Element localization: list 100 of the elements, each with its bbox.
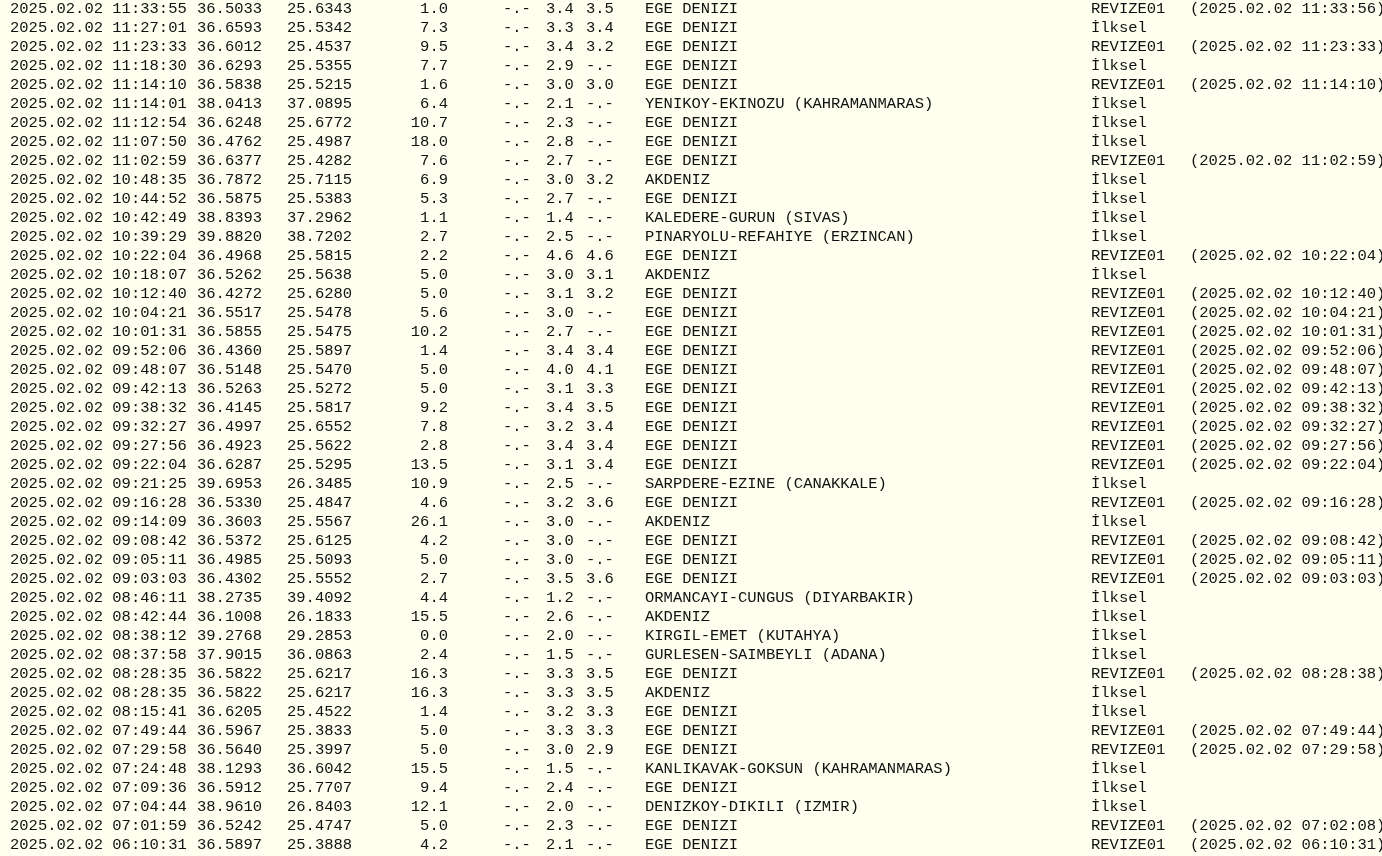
table-cell: 1.5 <box>546 646 574 664</box>
table-cell: 2025.02.02 09:08:42 <box>10 532 187 550</box>
table-cell: -.- <box>503 494 531 512</box>
table-cell: 36.5822 <box>197 665 263 683</box>
table-cell: -.- <box>503 475 531 493</box>
table-cell: 2.7 <box>546 190 574 208</box>
table-cell: İlksel <box>1091 57 1147 75</box>
table-cell: -.- <box>503 209 531 227</box>
table-cell: 2025.02.02 10:44:52 <box>10 190 187 208</box>
table-cell: -.- <box>586 551 614 569</box>
table-cell: 2025.02.02 07:04:44 <box>10 798 187 816</box>
table-cell: -.- <box>503 570 531 588</box>
table-cell: 1.1 <box>420 209 448 228</box>
table-cell: 7.3 <box>420 19 448 38</box>
table-cell: (2025.02.02 07:29:58) <box>1190 741 1382 759</box>
table-cell: 36.0863 <box>287 646 353 664</box>
table-cell: 38.9610 <box>197 798 263 816</box>
table-cell: -.- <box>503 817 531 835</box>
table-cell: 3.4 <box>586 456 614 474</box>
table-cell: İlksel <box>1091 513 1147 531</box>
table-cell: EGE DENIZI <box>645 114 738 132</box>
table-cell: REVIZE01 <box>1091 399 1166 417</box>
table-cell: 2.4 <box>420 646 448 665</box>
table-cell: 3.4 <box>586 437 614 455</box>
table-cell: -.- <box>503 0 531 18</box>
table-cell: -.- <box>503 190 531 208</box>
table-cell: 25.5638 <box>287 266 353 284</box>
table-cell: 26.8403 <box>287 798 353 816</box>
table-cell: 25.3888 <box>287 836 353 854</box>
table-cell: 2025.02.02 06:10:31 <box>10 836 187 854</box>
table-cell: 1.5 <box>546 760 574 778</box>
table-cell: (2025.02.02 09:38:32) <box>1190 399 1382 417</box>
table-cell: İlksel <box>1091 798 1147 816</box>
table-cell: 37.2962 <box>287 209 353 227</box>
table-cell: 3.3 <box>546 684 574 702</box>
table-cell: EGE DENIZI <box>645 836 738 854</box>
table-cell: REVIZE01 <box>1091 665 1166 683</box>
table-cell: -.- <box>586 532 614 550</box>
table-cell: EGE DENIZI <box>645 342 738 360</box>
table-cell: 13.5 <box>410 456 448 475</box>
table-cell: REVIZE01 <box>1091 285 1166 303</box>
table-cell: 5.0 <box>420 380 448 399</box>
table-cell: 2.2 <box>420 247 448 266</box>
table-cell: 2.8 <box>420 437 448 456</box>
table-cell: (2025.02.02 10:01:31) <box>1190 323 1382 341</box>
table-cell: 3.3 <box>546 722 574 740</box>
table-cell: 2025.02.02 11:33:55 <box>10 0 187 18</box>
table-cell: İlksel <box>1091 703 1147 721</box>
table-cell: 36.5263 <box>197 380 263 398</box>
table-cell: EGE DENIZI <box>645 817 738 835</box>
table-cell: -.- <box>503 646 531 664</box>
table-cell: -.- <box>503 779 531 797</box>
table-cell: 9.2 <box>420 399 448 418</box>
table-cell: 3.2 <box>586 285 614 303</box>
table-cell: 2025.02.02 08:37:58 <box>10 646 187 664</box>
table-cell: 36.6248 <box>197 114 263 132</box>
table-cell: -.- <box>503 171 531 189</box>
table-cell: 2025.02.02 11:14:01 <box>10 95 187 113</box>
table-cell: EGE DENIZI <box>645 703 738 721</box>
table-cell: 25.7707 <box>287 779 353 797</box>
table-cell: 2025.02.02 11:18:30 <box>10 57 187 75</box>
table-cell: 4.4 <box>420 589 448 608</box>
table-cell: İlksel <box>1091 608 1147 626</box>
table-cell: 2.7 <box>546 152 574 170</box>
table-cell: -.- <box>503 228 531 246</box>
table-cell: -.- <box>503 114 531 132</box>
table-cell: 3.6 <box>586 494 614 512</box>
table-cell: 2025.02.02 09:52:06 <box>10 342 187 360</box>
table-cell: 38.2735 <box>197 589 263 607</box>
table-cell: 3.2 <box>586 171 614 189</box>
table-cell: 15.5 <box>410 760 448 779</box>
table-cell: 2025.02.02 07:24:48 <box>10 760 187 778</box>
table-cell: 3.0 <box>546 532 574 550</box>
table-cell: -.- <box>503 703 531 721</box>
table-cell: 36.1008 <box>197 608 263 626</box>
table-cell: -.- <box>586 817 614 835</box>
table-cell: EGE DENIZI <box>645 494 738 512</box>
table-cell: 26.1 <box>410 513 448 532</box>
table-cell: REVIZE01 <box>1091 437 1166 455</box>
table-cell: (2025.02.02 10:04:21) <box>1190 304 1382 322</box>
table-cell: 0.0 <box>420 627 448 646</box>
table-cell: 36.5875 <box>197 190 263 208</box>
table-cell: -.- <box>503 513 531 531</box>
table-cell: 37.0895 <box>287 95 353 113</box>
table-cell: (2025.02.02 06:10:31) <box>1190 836 1382 854</box>
table-cell: 3.3 <box>586 722 614 740</box>
table-cell: 10.2 <box>410 323 448 342</box>
table-cell: EGE DENIZI <box>645 76 738 94</box>
table-cell: EGE DENIZI <box>645 551 738 569</box>
table-cell: 36.4997 <box>197 418 263 436</box>
table-cell: -.- <box>503 133 531 151</box>
table-cell: REVIZE01 <box>1091 342 1166 360</box>
table-cell: REVIZE01 <box>1091 247 1166 265</box>
table-cell: -.- <box>503 57 531 75</box>
table-cell: İlksel <box>1091 589 1147 607</box>
table-cell: 6.9 <box>420 171 448 190</box>
table-cell: EGE DENIZI <box>645 0 738 18</box>
table-cell: İlksel <box>1091 475 1147 493</box>
table-cell: 2.9 <box>586 741 614 759</box>
table-cell: İlksel <box>1091 19 1147 37</box>
